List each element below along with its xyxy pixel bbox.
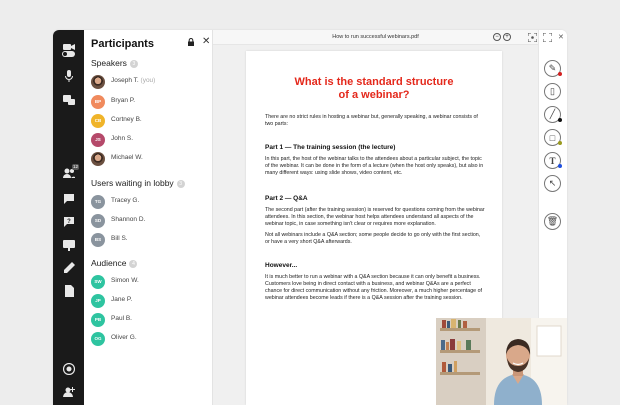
zoom-in-icon[interactable]: + xyxy=(503,33,511,41)
however-heading: However... xyxy=(265,262,298,269)
name-text: Joseph T. xyxy=(111,77,139,84)
presenter-video-frame xyxy=(436,318,567,405)
question-icon[interactable]: ? xyxy=(61,214,76,229)
list-item[interactable]: JS John S. xyxy=(91,133,209,147)
add-user-icon[interactable] xyxy=(61,384,76,399)
document-icon[interactable] xyxy=(61,283,76,298)
panel-title: Participants xyxy=(91,38,154,50)
close-viewer-icon[interactable]: ✕ xyxy=(558,33,564,41)
list-item[interactable]: CB Cortney B. xyxy=(91,114,209,128)
participants-badge: 12 xyxy=(72,164,80,170)
pointer-tool-icon[interactable]: ↖ xyxy=(544,175,561,192)
presentation-icon[interactable] xyxy=(61,237,76,252)
record-icon[interactable] xyxy=(61,361,76,376)
avatar: JS xyxy=(91,133,105,147)
avatar: PB xyxy=(91,313,105,327)
list-item[interactable]: PB Paul B. xyxy=(91,313,209,327)
lock-icon[interactable] xyxy=(187,38,195,46)
avatar: JP xyxy=(91,294,105,308)
file-name: How to run successful webinars.pdf xyxy=(332,34,419,40)
speakers-label: Speakers xyxy=(91,58,127,68)
participant-name: Jane P. xyxy=(111,296,133,303)
viewer-header: How to run successful webinars.pdf − + xyxy=(213,30,538,45)
participants-panel: Participants ✕ Speakers 3 Joseph T. (you)… xyxy=(84,30,213,405)
participant-name: Simon W. xyxy=(111,277,139,284)
close-icon[interactable]: ✕ xyxy=(202,36,210,47)
line-color-dot xyxy=(558,118,562,122)
list-item[interactable]: BS Bill S. xyxy=(91,233,209,247)
participant-name: Joseph T. (you) xyxy=(111,77,155,84)
part1-heading: Part 1 — The training session (the lectu… xyxy=(265,144,396,151)
speakers-heading: Speakers 3 xyxy=(91,58,138,68)
participant-name: Tracey G. xyxy=(111,197,140,204)
list-item[interactable]: Joseph T. (you) xyxy=(91,75,209,89)
microphone-icon[interactable] xyxy=(61,68,76,83)
camera-toggle[interactable] xyxy=(62,51,75,57)
fullscreen-icon[interactable] xyxy=(543,33,552,42)
list-item[interactable]: BP Bryan P. xyxy=(91,95,209,109)
avatar xyxy=(91,152,105,166)
shape-color-dot xyxy=(558,141,562,145)
intro-paragraph: There are no strict rules in hosting a w… xyxy=(265,114,478,127)
list-item[interactable]: TG Tracey G. xyxy=(91,195,209,209)
avatar: TG xyxy=(91,195,105,209)
avatar: OG xyxy=(91,332,105,346)
participant-name: Bill S. xyxy=(111,235,128,242)
participant-name: Oliver G. xyxy=(111,334,137,341)
part1-paragraph: In this part, the host of the webinar ta… xyxy=(265,156,484,176)
screen-share-icon[interactable] xyxy=(61,92,76,107)
list-item[interactable]: SW Simon W. xyxy=(91,275,209,289)
lobby-label: Users waiting in lobby xyxy=(91,178,174,188)
list-item[interactable]: JP Jane P. xyxy=(91,294,209,308)
lobby-heading: Users waiting in lobby 3 xyxy=(91,178,185,188)
title-line-2: of a webinar? xyxy=(338,89,410,101)
avatar: CB xyxy=(91,114,105,128)
participant-name: Michael W. xyxy=(111,154,143,161)
part2-paragraph: The second part (after the training sess… xyxy=(265,207,485,227)
title-line-1: What is the standard structure xyxy=(294,76,454,88)
participant-name: Bryan P. xyxy=(111,97,136,104)
audience-label: Audience xyxy=(91,258,127,268)
part2-heading: Part 2 — Q&A xyxy=(265,195,308,202)
list-item[interactable]: SD Shannon D. xyxy=(91,214,209,228)
participant-name: Shannon D. xyxy=(111,216,146,223)
svg-text:?: ? xyxy=(67,219,71,225)
audience-count: 4 xyxy=(129,260,138,268)
presenter-video[interactable] xyxy=(436,318,567,405)
list-item[interactable]: Michael W. xyxy=(91,152,209,166)
speakers-count: 3 xyxy=(129,60,138,68)
marker-tool-icon[interactable]: ▯ xyxy=(544,83,561,100)
avatar xyxy=(91,75,105,89)
avatar: SW xyxy=(91,275,105,289)
trash-icon[interactable]: 🗑 xyxy=(544,213,561,230)
lobby-count: 3 xyxy=(176,180,185,188)
list-item[interactable]: OG Oliver G. xyxy=(91,332,209,346)
participant-name: John S. xyxy=(111,135,134,142)
app-window: 12 ? Participants ✕ Speakers 3 Joseph T. … xyxy=(53,30,567,405)
part2-paragraph-2: Not all webinars include a Q&A section; … xyxy=(265,232,481,245)
you-label: (you) xyxy=(140,77,156,84)
zoom-out-icon[interactable]: − xyxy=(493,33,501,41)
avatar: BS xyxy=(91,233,105,247)
left-rail: 12 ? xyxy=(53,30,84,405)
however-paragraph: It is much better to run a webinar with … xyxy=(265,274,482,301)
participant-name: Paul B. xyxy=(111,315,132,322)
chat-icon[interactable] xyxy=(61,191,76,206)
fit-screen-icon[interactable] xyxy=(528,33,537,42)
pen-icon[interactable] xyxy=(61,260,76,275)
audience-heading: Audience 4 xyxy=(91,258,138,268)
participant-name: Cortney B. xyxy=(111,116,142,123)
pen-color-dot xyxy=(558,72,562,76)
avatar: BP xyxy=(91,95,105,109)
document-title: What is the standard structure of a webin… xyxy=(246,76,502,102)
avatar: SD xyxy=(91,214,105,228)
text-color-dot xyxy=(558,164,562,168)
